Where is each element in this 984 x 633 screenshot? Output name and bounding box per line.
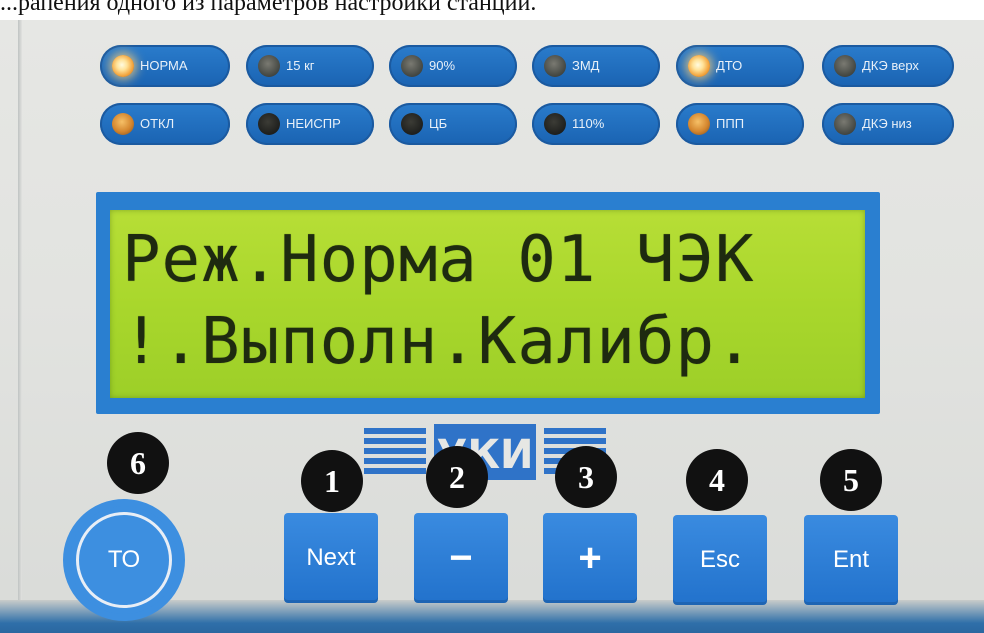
indicator-cb: ЦБ [389,103,517,145]
lamp-icon [401,113,423,135]
lamp-icon [112,55,134,77]
indicator-label: ОТКЛ [140,116,175,131]
indicator-label: ДКЭ низ [862,116,912,131]
panel-bevel [18,20,22,600]
indicator-label: ЦБ [429,116,448,131]
indicator-15kg: 15 кг [246,45,374,87]
lamp-icon [688,113,710,135]
lamp-icon [544,113,566,135]
callout-badge-4: 4 [686,449,748,511]
callout-badge-2: 2 [426,446,488,508]
lamp-icon [401,55,423,77]
lcd-display: Реж.Норма 01 ЧЭК !.Выполн.Калибр. [110,210,865,398]
indicator-label: 110% [572,116,605,131]
lamp-icon [112,113,134,135]
indicator-otkl: ОТКЛ [100,103,230,145]
lcd-line-1: Реж.Норма 01 ЧЭК [122,223,755,297]
to-button-label: ТО [76,512,172,608]
esc-button[interactable]: Esc [673,515,767,605]
indicator-label: ДТО [716,58,743,73]
indicator-label: ДКЭ верх [862,58,919,73]
lamp-icon [688,55,710,77]
indicator-ppp: ППП [676,103,804,145]
indicator-90: 90% [389,45,517,87]
indicator-dke-bottom: ДКЭ низ [822,103,954,145]
indicator-zmd: ЗМД [532,45,660,87]
indicator-label: 90% [429,58,456,73]
lcd-line-2: !.Выполн.Калибр. [122,305,755,379]
indicator-label: 15 кг [286,58,315,73]
callout-badge-3: 3 [555,446,617,508]
indicator-label: ЗМД [572,58,600,73]
lamp-icon [544,55,566,77]
indicator-norma: НОРМА [100,45,230,87]
callout-badge-5: 5 [820,449,882,511]
lamp-icon [258,113,280,135]
indicator-dto: ДТО [676,45,804,87]
callout-badge-1: 1 [301,450,363,512]
next-button[interactable]: Next [284,513,378,603]
callout-badge-6: 6 [107,432,169,494]
indicator-label: ППП [716,116,745,131]
indicator-label: НОРМА [140,58,188,73]
indicator-neispr: НЕИСПР [246,103,374,145]
lamp-icon [834,113,856,135]
ent-button[interactable]: Ent [804,515,898,605]
caption-text: ...рапения одного из параметров настройк… [0,0,537,16]
to-button[interactable]: ТО [63,499,185,621]
indicator-label: НЕИСПР [286,116,341,131]
lamp-icon [834,55,856,77]
indicator-dke-top: ДКЭ верх [822,45,954,87]
lamp-icon [258,55,280,77]
minus-button[interactable]: − [414,513,508,603]
plus-button[interactable]: + [543,513,637,603]
indicator-110: 110% [532,103,660,145]
